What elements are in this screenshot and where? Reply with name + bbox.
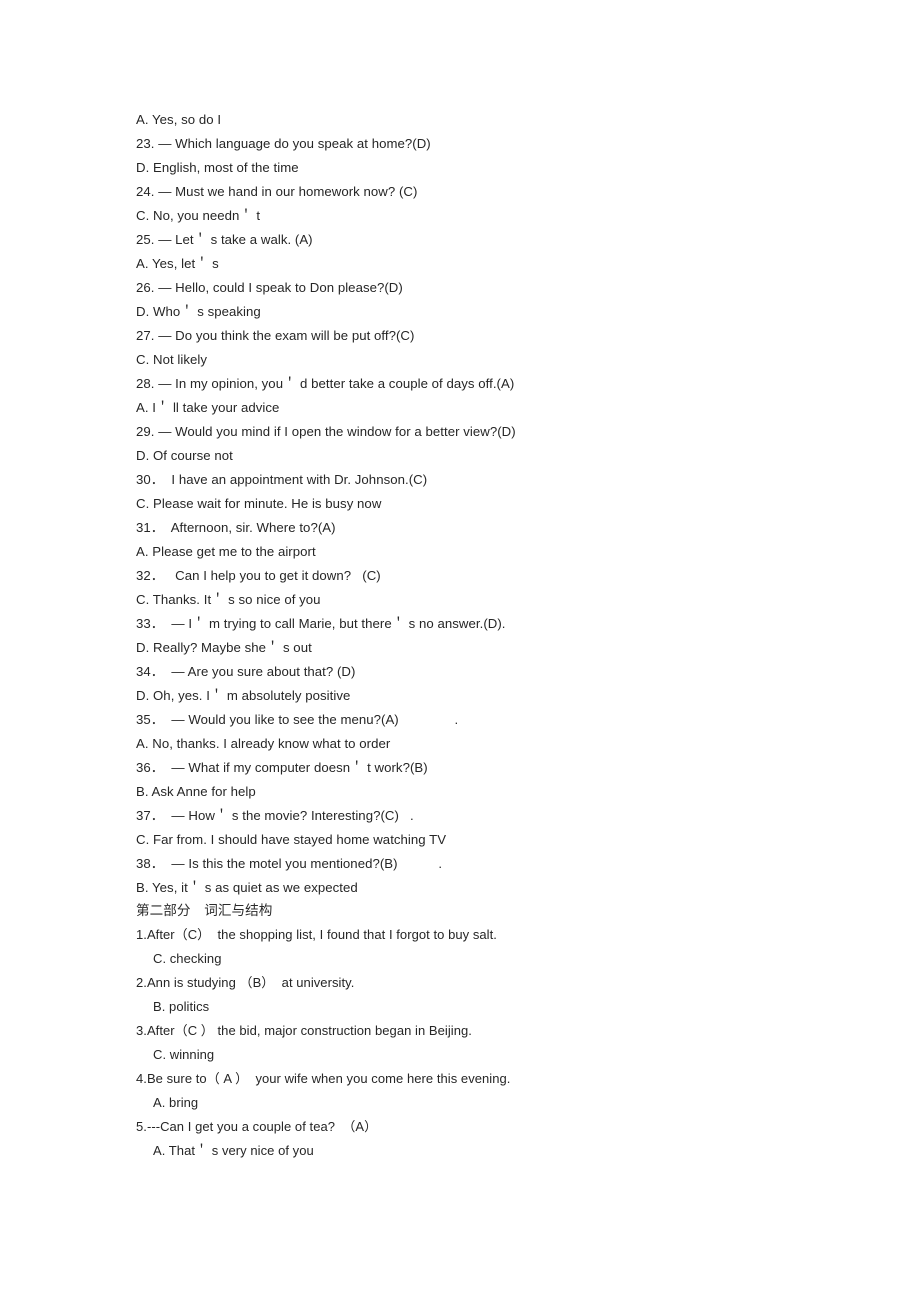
document-page: A. Yes, so do I 23. — Which language do … — [0, 0, 920, 1302]
text-line: 1.After（C） the shopping list, I found th… — [136, 927, 497, 942]
text-line: 5.---Can I get you a couple of tea? （A） — [136, 1119, 378, 1134]
text-line: 25. — Let＇ s take a walk. (A) — [136, 232, 313, 247]
text-line: B. Ask Anne for help — [136, 784, 256, 799]
text-line: 38． — Is this the motel you mentioned?(B… — [136, 856, 443, 871]
text-line: D. Who＇ s speaking — [136, 304, 261, 319]
text-line: D. English, most of the time — [136, 160, 299, 175]
text-line: C. Not likely — [136, 352, 207, 367]
text-line: 26. — Hello, could I speak to Don please… — [136, 280, 403, 295]
text-line: C. winning — [153, 1047, 215, 1062]
text-line: C. Thanks. It＇ s so nice of you — [136, 592, 321, 607]
part-two-heading: 第二部分 词汇与结构 — [136, 903, 273, 919]
part-one-block: A. Yes, so do I 23. — Which language do … — [136, 108, 876, 900]
text-line: 30． I have an appointment with Dr. Johns… — [136, 472, 428, 487]
text-line: 23. — Which language do you speak at hom… — [136, 136, 431, 151]
text-line: A. No, thanks. I already know what to or… — [136, 736, 391, 751]
text-line: 24. — Must we hand in our homework now? … — [136, 184, 418, 199]
part-two-block: 1.After（C） the shopping list, I found th… — [136, 923, 876, 1163]
text-line: 28. — In my opinion, you＇ d better take … — [136, 376, 515, 391]
text-line: D. Of course not — [136, 448, 233, 463]
text-line: 33． — I＇ m trying to call Marie, but the… — [136, 616, 506, 631]
text-line: 4.Be sure to（ A ） your wife when you com… — [136, 1071, 511, 1086]
text-line: B. Yes, it＇ s as quiet as we expected — [136, 880, 358, 895]
text-line: 36． — What if my computer doesn＇ t work?… — [136, 760, 428, 775]
document-text-body: A. Yes, so do I 23. — Which language do … — [136, 108, 876, 1163]
text-line: D. Oh, yes. I＇ m absolutely positive — [136, 688, 351, 703]
text-line: C. No, you needn＇ t — [136, 208, 261, 223]
text-line: 37． — How＇ s the movie? Interesting?(C) … — [136, 808, 414, 823]
text-line: A. That＇ s very nice of you — [153, 1143, 314, 1158]
text-line: 31． Afternoon, sir. Where to?(A) — [136, 520, 336, 535]
text-line: 35． — Would you like to see the menu?(A)… — [136, 712, 459, 727]
text-line: 29. — Would you mind if I open the windo… — [136, 424, 516, 439]
text-line: C. Please wait for minute. He is busy no… — [136, 496, 382, 511]
text-line: C. Far from. I should have stayed home w… — [136, 832, 447, 847]
text-line: C. checking — [153, 951, 222, 966]
text-line: 3.After（C ） the bid, major construction … — [136, 1023, 472, 1038]
text-line: A. I＇ ll take your advice — [136, 400, 280, 415]
text-line: B. politics — [153, 999, 210, 1014]
text-line: A. bring — [153, 1095, 199, 1110]
text-line: 34． — Are you sure about that? (D) — [136, 664, 356, 679]
text-line: 32． Can I help you to get it down? (C) — [136, 568, 381, 583]
text-line: 2.Ann is studying （B） at university. — [136, 975, 355, 990]
text-line: D. Really? Maybe she＇ s out — [136, 640, 312, 655]
text-line: 27. — Do you think the exam will be put … — [136, 328, 415, 343]
text-line: A. Yes, let＇ s — [136, 256, 219, 271]
text-line: A. Please get me to the airport — [136, 544, 316, 559]
text-line: A. Yes, so do I — [136, 112, 222, 127]
